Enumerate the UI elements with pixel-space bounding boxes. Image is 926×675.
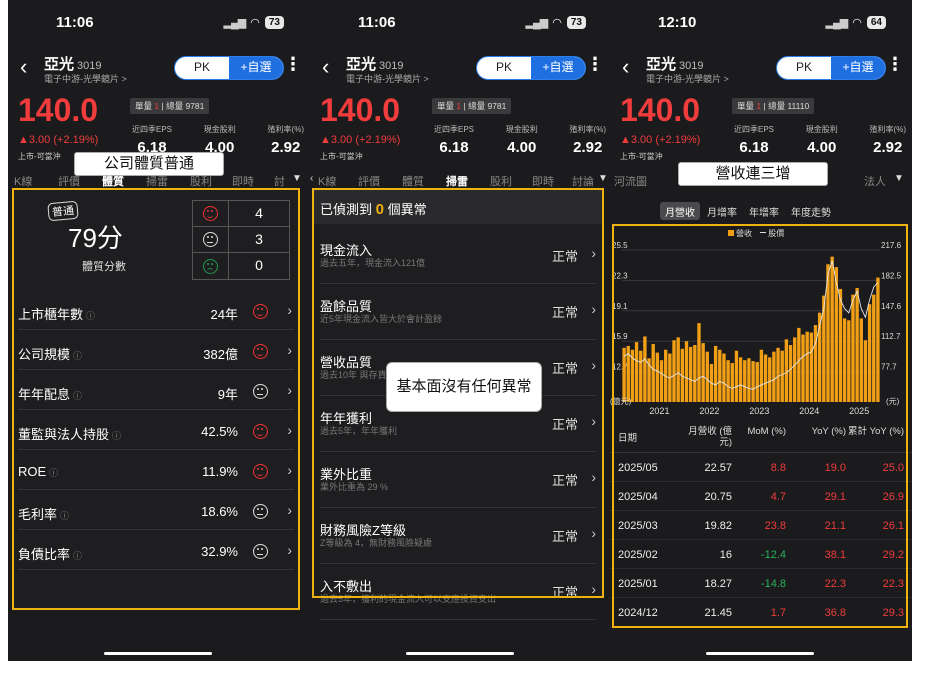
industry-link[interactable]: 電子中游-光學鏡片 > xyxy=(44,72,127,85)
tab-scan[interactable]: 掃雷 xyxy=(146,173,168,189)
tab-health[interactable]: 體質 xyxy=(402,173,424,189)
phone-screen-health: 11:06 ▂▄▆ ◠ 73 ‹ 亞光 3019 電子中游-光學鏡片 > PK +… xyxy=(8,0,310,661)
stock-name: 亞光 xyxy=(44,56,75,73)
stock-code: 3019 xyxy=(77,60,102,72)
quote-panel: 140.0 ▲3.00 (+2.19%) 上市-可當沖 單量 1 | 總量 11… xyxy=(620,92,906,161)
market-type: 上市-可當沖 xyxy=(620,152,663,161)
dividend-value: 4.00 xyxy=(807,139,837,156)
phone-screen-scan: 11:06 ▂▄▆ ◠ 73 ‹ 亞光 3019 電子中游-光學鏡片 > PK +… xyxy=(310,0,612,661)
quote-panel: 140.0 ▲3.00 (+2.19%) 上市-可當沖 單量 1 | 總量 97… xyxy=(320,92,606,161)
add-watchlist-button[interactable]: +自選 xyxy=(229,57,283,79)
home-indicator xyxy=(104,652,212,655)
clock: 11:06 xyxy=(358,14,396,31)
eps-value: 6.18 xyxy=(439,139,469,156)
callout-revenue: 營收連三增 xyxy=(678,162,828,186)
stock-code: 3019 xyxy=(679,60,704,72)
tab-kline[interactable]: K線 xyxy=(14,173,32,189)
home-indicator xyxy=(406,652,514,655)
subtab-monthly-revenue[interactable]: 月營收 xyxy=(660,202,700,220)
market-type: 上市-可當沖 xyxy=(18,152,61,161)
signal-icon: ▂▄▆ xyxy=(825,17,849,29)
subtab-mom[interactable]: 月增率 xyxy=(702,202,742,220)
dividend-value: 4.00 xyxy=(507,139,537,156)
tab-more-icon[interactable]: ▼ xyxy=(894,173,904,184)
tab-river-chart[interactable]: 河流圖 xyxy=(614,173,647,189)
tab-more-icon[interactable]: ▼ xyxy=(598,173,608,184)
signal-icon: ▂▄▆ xyxy=(525,17,549,29)
price-change: ▲3.00 (+2.19%) xyxy=(18,134,99,146)
highlight-frame xyxy=(612,224,908,628)
battery-icon: 64 xyxy=(866,16,886,29)
volume-badge: 單量 1 | 總量 11110 xyxy=(732,98,815,114)
signal-icon: ▂▄▆ xyxy=(223,17,247,29)
yield-value: 2.92 xyxy=(873,139,903,156)
wifi-icon: ◠ xyxy=(552,17,562,29)
stock-name: 亞光 xyxy=(646,56,677,73)
back-icon[interactable]: ‹ xyxy=(622,54,629,80)
yield-value: 2.92 xyxy=(573,139,603,156)
revenue-subtabs: 月營收 月增率 年增率 年度走勢 xyxy=(660,202,836,220)
price: 140.0 xyxy=(620,92,701,128)
price: 140.0 xyxy=(320,92,401,128)
tab-kline[interactable]: K線 xyxy=(318,173,336,189)
tab-discuss[interactable]: 討 xyxy=(274,173,285,189)
tab-valuation[interactable]: 評價 xyxy=(58,173,80,189)
stock-header: ‹ 亞光 3019 電子中游-光學鏡片 > PK +自選 ⋮ xyxy=(8,50,310,90)
status-bar: 11:06 ▂▄▆ ◠ 73 xyxy=(310,14,612,34)
subtab-yoy[interactable]: 年增率 xyxy=(744,202,784,220)
stock-name: 亞光 xyxy=(346,56,377,73)
price-change: ▲3.00 (+2.19%) xyxy=(320,134,401,146)
wifi-icon: ◠ xyxy=(250,17,260,29)
battery-icon: 73 xyxy=(264,16,284,29)
battery-icon: 73 xyxy=(566,16,586,29)
tab-dividend[interactable]: 股利 xyxy=(490,173,512,189)
pk-button[interactable]: PK xyxy=(477,57,531,79)
clock: 11:06 xyxy=(56,14,94,31)
clock: 12:10 xyxy=(658,14,697,31)
status-bar: 12:10 ▂▄▆ ◠ 64 xyxy=(610,14,912,34)
add-watchlist-button[interactable]: +自選 xyxy=(531,57,585,79)
subtab-annual-trend[interactable]: 年度走勢 xyxy=(786,202,836,220)
eps-value: 6.18 xyxy=(739,139,769,156)
back-icon[interactable]: ‹ xyxy=(20,54,27,80)
stock-header: ‹ 亞光 3019 電子中游-光學鏡片 > PK +自選 ⋮ xyxy=(310,50,612,90)
status-bar: 11:06 ▂▄▆ ◠ 73 xyxy=(8,14,310,34)
tab-realtime[interactable]: 即時 xyxy=(232,173,254,189)
more-icon[interactable]: ⋮ xyxy=(284,54,302,75)
stock-header: ‹ 亞光 3019 電子中游-光學鏡片 > PK +自選 ⋮ xyxy=(610,50,912,90)
volume-badge: 單量 1 | 總量 9781 xyxy=(432,98,512,114)
volume-badge: 單量 1 | 總量 9781 xyxy=(130,98,210,114)
more-icon[interactable]: ⋮ xyxy=(586,54,604,75)
more-icon[interactable]: ⋮ xyxy=(886,54,904,75)
callout-scan: 基本面沒有任何異常 xyxy=(386,362,542,412)
yield-value: 2.92 xyxy=(271,139,301,156)
price: 140.0 xyxy=(18,92,99,128)
tab-more-icon[interactable]: ▼ xyxy=(292,173,302,184)
tab-scan[interactable]: 掃雷 xyxy=(446,173,468,194)
tab-valuation[interactable]: 評價 xyxy=(358,173,380,189)
back-icon[interactable]: ‹ xyxy=(322,54,329,80)
tab-institutional[interactable]: 法人 xyxy=(864,173,886,189)
industry-link[interactable]: 電子中游-光學鏡片 > xyxy=(646,72,729,85)
tab-realtime[interactable]: 即時 xyxy=(532,173,554,189)
tab-discuss[interactable]: 討論 xyxy=(572,173,594,189)
wifi-icon: ◠ xyxy=(852,17,862,29)
pk-button[interactable]: PK xyxy=(175,57,229,79)
home-indicator xyxy=(706,652,814,655)
highlight-frame xyxy=(12,188,300,610)
tab-bar: ‹ K線 評價 體質 掃雷 股利 即時 討論 ▼ xyxy=(310,170,612,194)
tab-health[interactable]: 體質 xyxy=(102,173,124,194)
tab-dividend[interactable]: 股利 xyxy=(190,173,212,189)
industry-link[interactable]: 電子中游-光學鏡片 > xyxy=(346,72,429,85)
market-type: 上市-可當沖 xyxy=(320,152,363,161)
price-change: ▲3.00 (+2.19%) xyxy=(620,134,701,146)
tab-prev-icon[interactable]: ‹ xyxy=(310,173,313,184)
tab-bar: K線 評價 體質 掃雷 股利 即時 討 ▼ xyxy=(8,170,310,194)
pk-button[interactable]: PK xyxy=(777,57,831,79)
stock-code: 3019 xyxy=(379,60,404,72)
add-watchlist-button[interactable]: +自選 xyxy=(831,57,885,79)
phone-screen-revenue: 12:10 ▂▄▆ ◠ 64 ‹ 亞光 3019 電子中游-光學鏡片 > PK +… xyxy=(610,0,912,661)
